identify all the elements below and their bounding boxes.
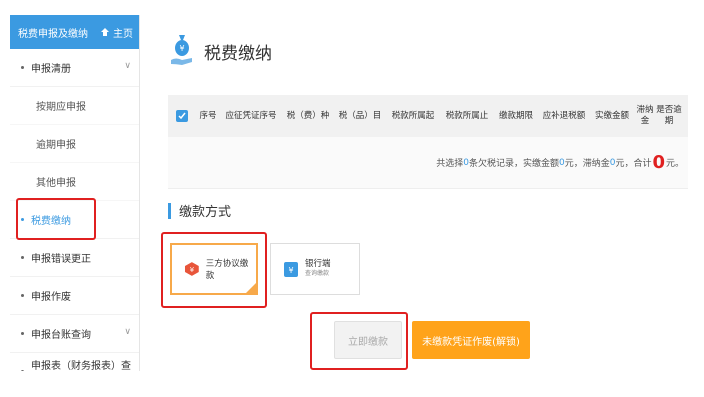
- col-header: 税（品）目: [338, 110, 382, 121]
- payment-method-label: 三方协议缴款: [205, 259, 249, 281]
- col-header: 应补退税额: [542, 110, 586, 121]
- col-header: 序号: [199, 110, 217, 121]
- svg-text:¥: ¥: [288, 266, 293, 275]
- void-unpaid-voucher-button[interactable]: 未缴款凭证作废(解锁): [412, 321, 530, 359]
- summary-text: 共选择: [436, 159, 464, 169]
- summary-text: 元，合计: [615, 159, 652, 169]
- summary-text: 元，滞纳金: [564, 159, 610, 169]
- section-title-text: 缴款方式: [179, 205, 232, 220]
- sidebar-subitem-overdue[interactable]: 逾期申报: [10, 125, 139, 163]
- sidebar-item-report-query[interactable]: 申报表（财务报表）查询: [10, 353, 139, 371]
- chevron-down-icon: ∨: [124, 327, 131, 337]
- svg-text:¥: ¥: [190, 266, 195, 274]
- col-header: 滞纳金: [636, 105, 654, 126]
- sidebar-subitem-scheduled[interactable]: 按期应申报: [10, 87, 139, 125]
- page-title: 税费缴纳: [204, 43, 272, 64]
- sidebar-title: 税费申报及缴纳: [18, 28, 88, 40]
- bullet-icon: [21, 294, 24, 297]
- col-header: 缴款期限: [498, 110, 533, 121]
- select-all-checkbox[interactable]: [176, 110, 188, 122]
- sidebar-item-label: 申报台账查询: [31, 330, 91, 341]
- summary-text: 条欠税记录，实缴金额: [468, 159, 559, 169]
- payment-method-bank[interactable]: ¥ 银行端 查询缴款: [270, 243, 360, 295]
- page-header: ¥ 税费缴纳: [170, 33, 272, 69]
- sidebar-item-error-correction[interactable]: 申报错误更正: [10, 239, 139, 277]
- col-header: 实缴金额: [594, 110, 629, 121]
- payment-method-label: 银行端: [305, 259, 331, 269]
- home-link[interactable]: 主页: [100, 25, 133, 40]
- bullet-icon: [21, 218, 24, 221]
- col-header: 税款所属起: [391, 110, 435, 121]
- tripartite-agreement-icon: ¥: [184, 262, 199, 276]
- svg-text:¥: ¥: [179, 44, 184, 53]
- sidebar-item-label: 申报错误更正: [31, 254, 91, 265]
- summary-text: 元。: [665, 159, 684, 169]
- bullet-icon: [21, 66, 24, 69]
- sidebar-item-label: 申报清册: [31, 64, 71, 75]
- bullet-icon: [21, 332, 24, 335]
- home-label: 主页: [113, 28, 133, 40]
- bank-icon: ¥: [284, 262, 298, 277]
- selected-corner-icon: [245, 282, 257, 294]
- col-header: 应征凭证序号: [225, 110, 277, 121]
- money-bag-icon: ¥: [171, 35, 192, 65]
- col-header: 税（费）种: [286, 110, 330, 121]
- payment-method-tripartite[interactable]: ¥ 三方协议缴款: [170, 243, 258, 295]
- sidebar-item-declaration-list[interactable]: 申报清册 ∨: [10, 49, 139, 87]
- col-header: 税款所属止: [445, 110, 489, 121]
- home-arrow-icon: [100, 27, 110, 37]
- table-header: 序号 应征凭证序号 税（费）种 税（品）目 税款所属起 税款所属止 缴款期限 应…: [168, 95, 688, 137]
- pay-now-button[interactable]: 立即缴款: [334, 321, 402, 359]
- sidebar-item-tax-payment[interactable]: 税费缴纳: [10, 201, 139, 239]
- tax-table: 序号 应征凭证序号 税（费）种 税（品）目 税款所属起 税款所属止 缴款期限 应…: [168, 95, 688, 189]
- table-summary: 共选择 0 条欠税记录，实缴金额 0 元，滞纳金 0 元，合计 0 元。: [168, 137, 688, 189]
- col-header: 是否逾期: [656, 105, 682, 126]
- section-bar: [168, 202, 171, 219]
- main-panel: ¥ 税费缴纳 序号 应征凭证序号 税（费）种 税（品）目 税款所属起 税款所属止…: [150, 15, 704, 385]
- sidebar-item-label: 按期应申报: [36, 102, 86, 113]
- bullet-icon: [21, 370, 24, 371]
- payment-method-sublabel: 查询缴款: [305, 270, 330, 277]
- summary-total: 0: [652, 152, 665, 173]
- sidebar-item-label: 税费缴纳: [31, 216, 71, 227]
- sidebar-item-label: 申报表（财务报表）查询: [30, 360, 131, 372]
- sidebar-item-label: 其他申报: [36, 178, 76, 189]
- sidebar-item-label: 逾期申报: [36, 140, 76, 151]
- bullet-icon: [21, 256, 24, 259]
- chevron-down-icon: ∨: [124, 61, 131, 71]
- sidebar-item-void-declaration[interactable]: 申报作废: [10, 277, 139, 315]
- sidebar-item-label: 申报作废: [31, 292, 71, 303]
- payment-method-heading: 缴款方式: [168, 201, 231, 220]
- sidebar-header: 税费申报及缴纳 主页: [10, 15, 139, 49]
- sidebar: 税费申报及缴纳 主页 申报清册 ∨ 按期应申报 逾期申报 其他申报 税费缴纳 申…: [10, 15, 140, 371]
- sidebar-subitem-other[interactable]: 其他申报: [10, 163, 139, 201]
- sidebar-item-ledger-query[interactable]: 申报台账查询 ∨: [10, 315, 139, 353]
